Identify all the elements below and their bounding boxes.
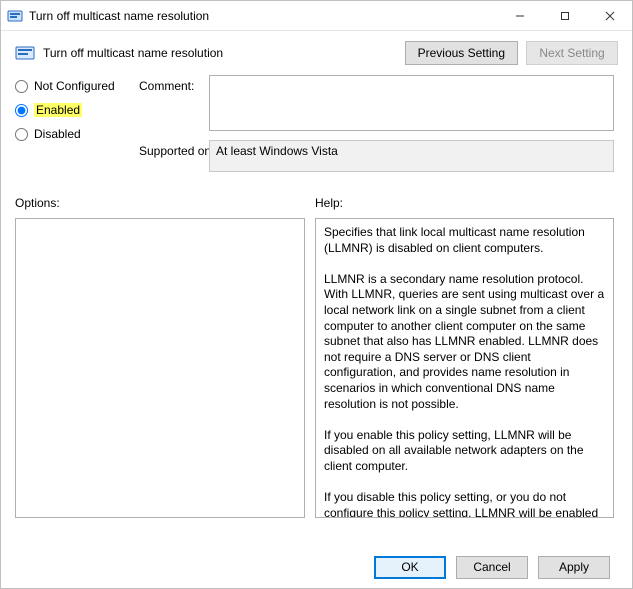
radio-disabled-input[interactable] xyxy=(15,128,28,141)
header-row: Turn off multicast name resolution Previ… xyxy=(1,31,632,71)
minimize-button[interactable] xyxy=(497,1,542,30)
policy-icon xyxy=(7,8,23,24)
supported-on-label: Supported on: xyxy=(139,140,209,158)
ok-button[interactable]: OK xyxy=(374,556,446,579)
apply-button[interactable]: Apply xyxy=(538,556,610,579)
cancel-button[interactable]: Cancel xyxy=(456,556,528,579)
radio-not-configured-input[interactable] xyxy=(15,80,28,93)
radio-disabled[interactable]: Disabled xyxy=(15,127,139,141)
radio-enabled[interactable]: Enabled xyxy=(15,103,139,117)
dialog-footer: OK Cancel Apply xyxy=(1,546,632,588)
supported-on-text: At least Windows Vista xyxy=(216,144,338,158)
policy-icon xyxy=(15,43,35,63)
radio-enabled-label: Enabled xyxy=(34,103,82,117)
section-labels: Options: Help: xyxy=(1,182,632,214)
help-label: Help: xyxy=(315,196,343,210)
previous-setting-button[interactable]: Previous Setting xyxy=(405,41,518,65)
radio-not-configured-label: Not Configured xyxy=(34,79,115,93)
config-area: Not Configured Enabled Disabled Comment:… xyxy=(1,71,632,182)
options-label: Options: xyxy=(15,196,315,210)
help-pane: Specifies that link local multicast name… xyxy=(315,218,614,518)
content-panes: Specifies that link local multicast name… xyxy=(1,214,632,518)
close-button[interactable] xyxy=(587,1,632,30)
next-setting-button: Next Setting xyxy=(526,41,618,65)
options-pane xyxy=(15,218,305,518)
comment-input[interactable] xyxy=(209,75,614,131)
help-text: Specifies that link local multicast name… xyxy=(324,225,607,518)
policy-title: Turn off multicast name resolution xyxy=(43,46,405,60)
state-radio-group: Not Configured Enabled Disabled xyxy=(15,75,139,151)
supported-on-value: At least Windows Vista xyxy=(209,140,614,172)
maximize-button[interactable] xyxy=(542,1,587,30)
radio-not-configured[interactable]: Not Configured xyxy=(15,79,139,93)
comment-label: Comment: xyxy=(139,75,209,93)
radio-enabled-input[interactable] xyxy=(15,104,28,117)
window-controls xyxy=(497,1,632,30)
window-title: Turn off multicast name resolution xyxy=(29,9,497,23)
radio-disabled-label: Disabled xyxy=(34,127,81,141)
titlebar: Turn off multicast name resolution xyxy=(1,1,632,31)
